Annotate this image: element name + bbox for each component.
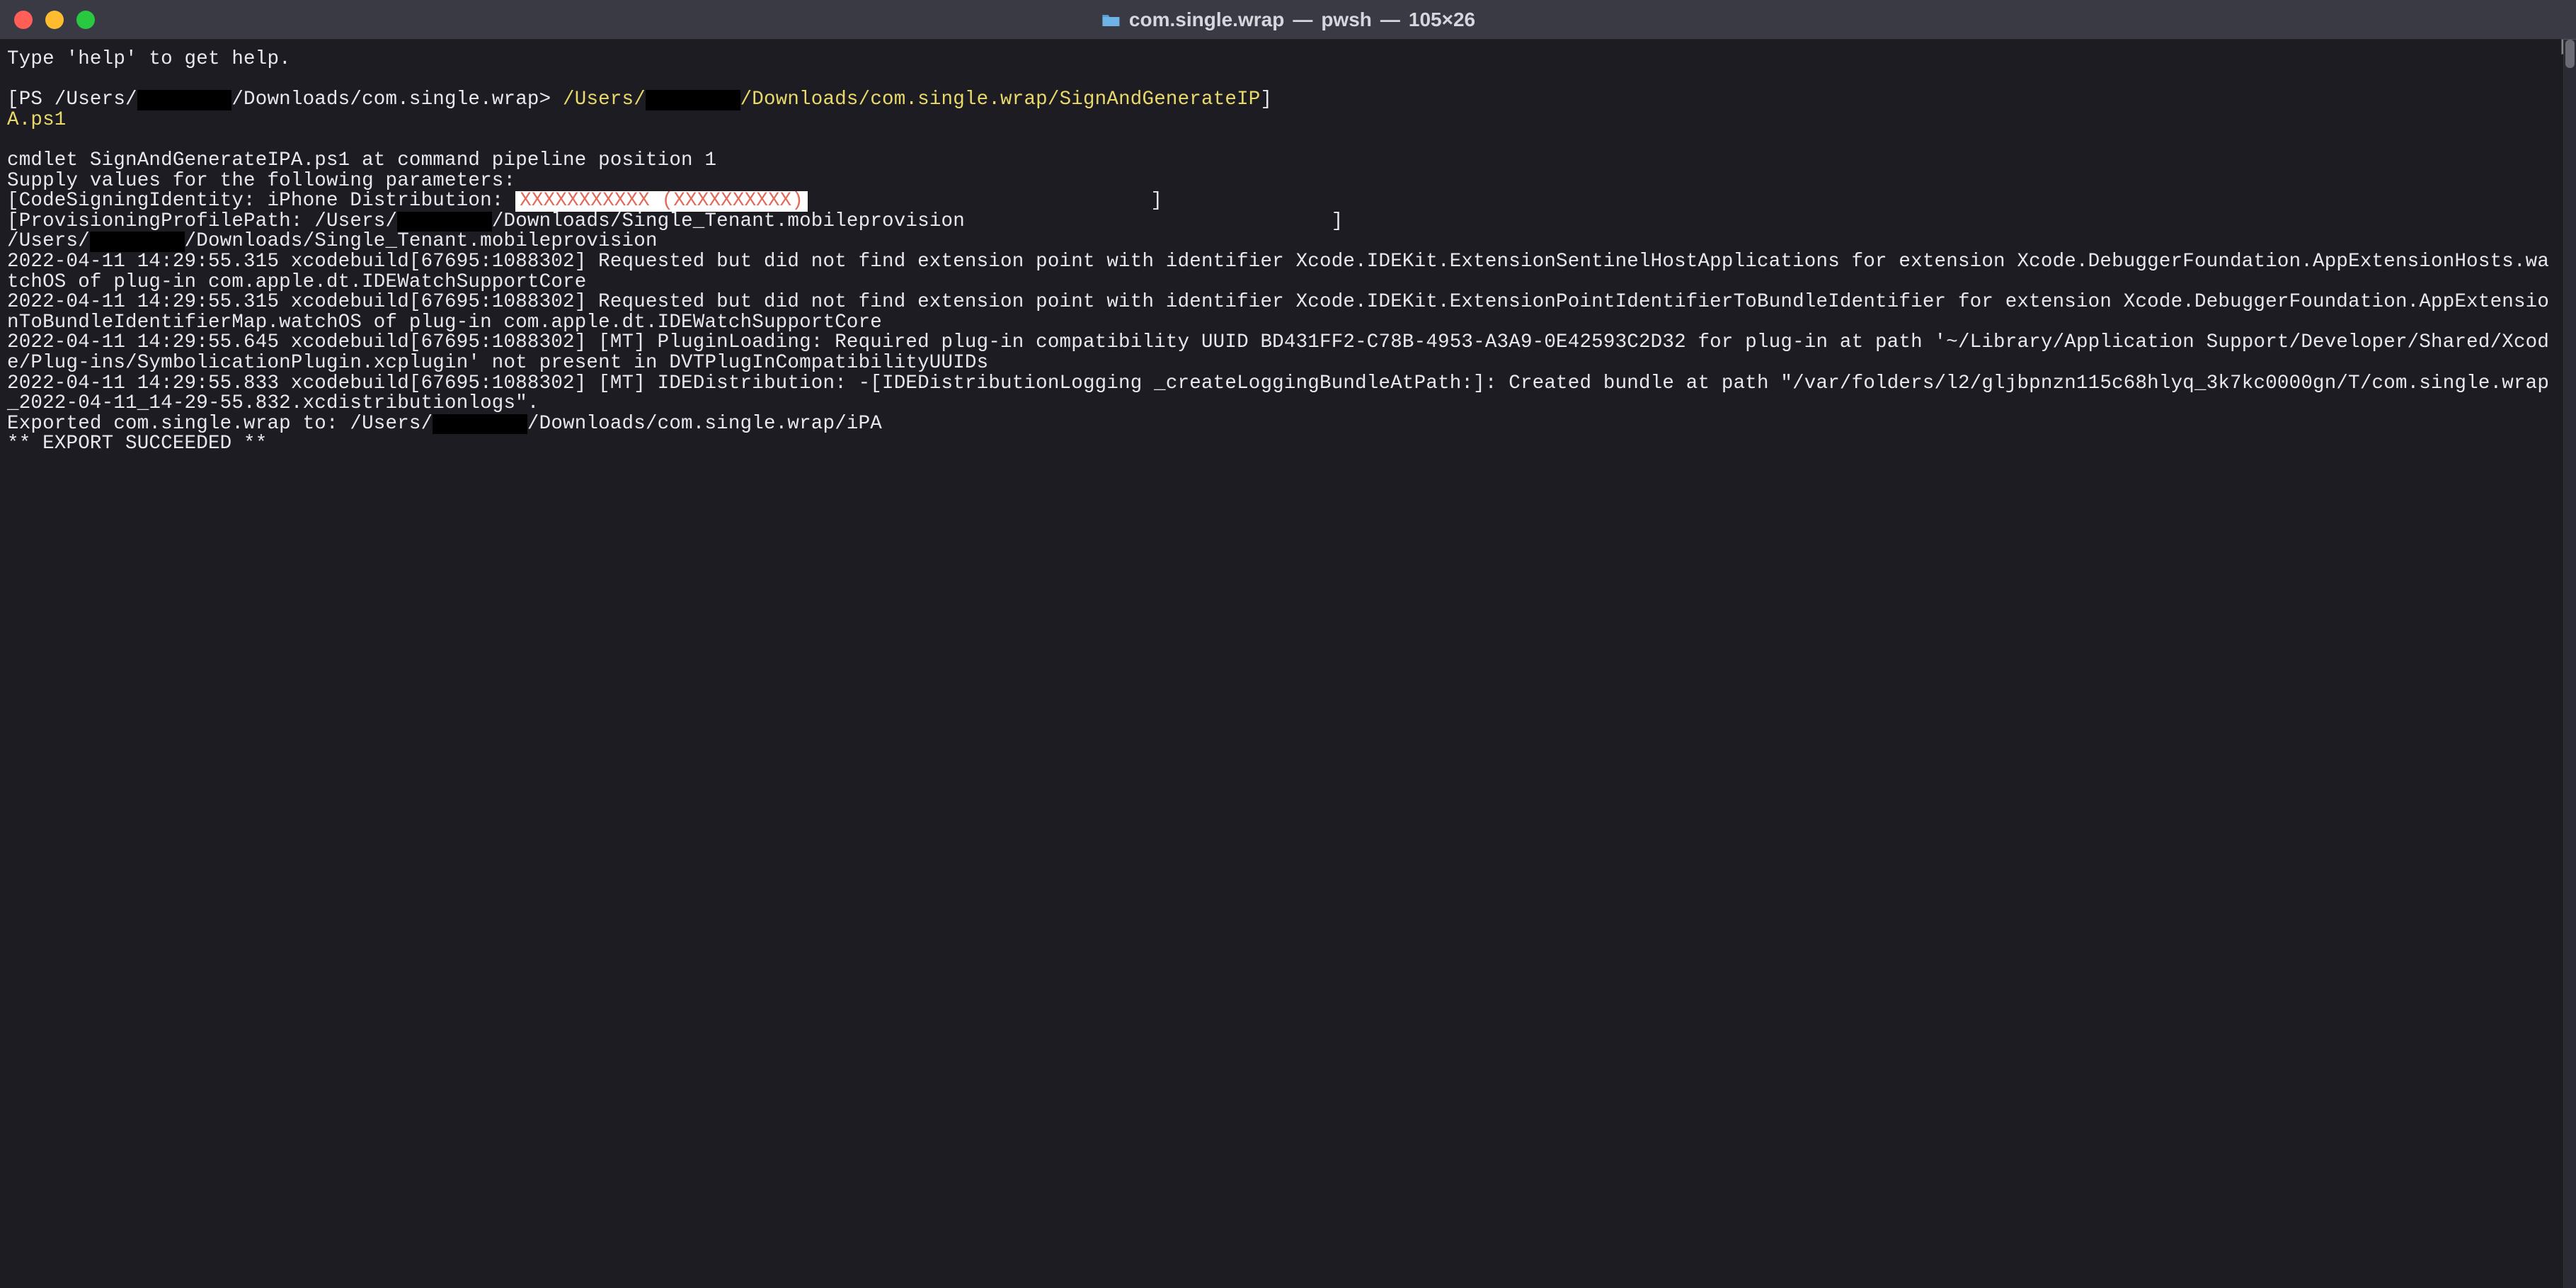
minimize-icon[interactable]	[45, 11, 64, 29]
prompt-ps: PS /Users/	[19, 89, 137, 110]
title-process: pwsh	[1321, 8, 1372, 31]
supply-line: Supply values for the following paramete…	[7, 170, 515, 192]
code-signing-identity-label: CodeSigningIdentity: iPhone Distribution…	[19, 190, 516, 212]
redacted-username	[137, 90, 232, 110]
ppp-open-bracket: [	[7, 210, 19, 232]
csi-open-bracket: [	[7, 190, 19, 212]
prompt-path: /Downloads/com.single.wrap>	[231, 89, 563, 110]
exported-prefix: Exported com.single.wrap to: /Users/	[7, 413, 433, 435]
redacted-username	[397, 212, 492, 232]
title-folder: com.single.wrap	[1129, 8, 1284, 31]
command-path-1: /Downloads/com.single.wrap/SignAndGenera…	[740, 89, 1261, 110]
echo-prefix: /Users/	[7, 230, 90, 252]
command-prefix: /Users/	[563, 89, 646, 110]
scrollbar-thumb[interactable]	[2565, 40, 2575, 68]
title-sep-2: —	[1380, 8, 1400, 31]
xcodebuild-log-line: 2022-04-11 14:29:55.315 xcodebuild[67695…	[7, 251, 2549, 293]
terminal-area: Type 'help' to get help. [PS /Users/ /Do…	[0, 40, 2576, 1288]
redacted-username	[433, 414, 527, 435]
command-path-2: A.ps1	[7, 109, 67, 131]
terminal-output[interactable]: Type 'help' to get help. [PS /Users/ /Do…	[0, 40, 2563, 1288]
cmdlet-line: cmdlet SignAndGenerateIPA.ps1 at command…	[7, 149, 716, 171]
prompt-close-bracket: ]	[1261, 89, 1273, 110]
xcodebuild-log-line: 2022-04-11 14:29:55.315 xcodebuild[67695…	[7, 291, 2549, 334]
title-dimensions: 105×26	[1409, 8, 1475, 31]
redacted-username	[646, 90, 740, 110]
echo-suffix: /Downloads/Single_Tenant.mobileprovision	[185, 230, 658, 252]
exported-suffix: /Downloads/com.single.wrap/iPA	[527, 413, 882, 435]
redacted-username	[90, 232, 185, 252]
scrollbar[interactable]	[2563, 40, 2576, 1288]
provisioning-profile-label: ProvisioningProfilePath: /Users/	[19, 210, 398, 232]
close-icon[interactable]	[14, 11, 33, 29]
zoom-icon[interactable]	[76, 11, 95, 29]
export-succeeded: ** EXPORT SUCCEEDED **	[7, 433, 267, 455]
redacted-signing-identity: XXXXXXXXXXX (XXXXXXXXXX)	[515, 191, 808, 212]
provisioning-profile-path: /Downloads/Single_Tenant.mobileprovision	[492, 210, 965, 232]
folder-icon	[1101, 12, 1121, 28]
window-controls	[14, 11, 95, 29]
terminal-window: com.single.wrap — pwsh — 105×26 Type 'he…	[0, 0, 2576, 1288]
xcodebuild-log-line: 2022-04-11 14:29:55.833 xcodebuild[67695…	[7, 372, 2549, 415]
prompt-open-bracket: [	[7, 89, 19, 110]
window-title: com.single.wrap — pwsh — 105×26	[1101, 8, 1475, 31]
title-sep-1: —	[1293, 8, 1312, 31]
ppp-close-bracket: ]	[1332, 210, 1344, 232]
titlebar[interactable]: com.single.wrap — pwsh — 105×26	[0, 0, 2576, 40]
xcodebuild-log-line: 2022-04-11 14:29:55.645 xcodebuild[67695…	[7, 331, 2549, 374]
csi-close-bracket: ]	[1150, 190, 1162, 212]
help-line: Type 'help' to get help.	[7, 48, 291, 70]
